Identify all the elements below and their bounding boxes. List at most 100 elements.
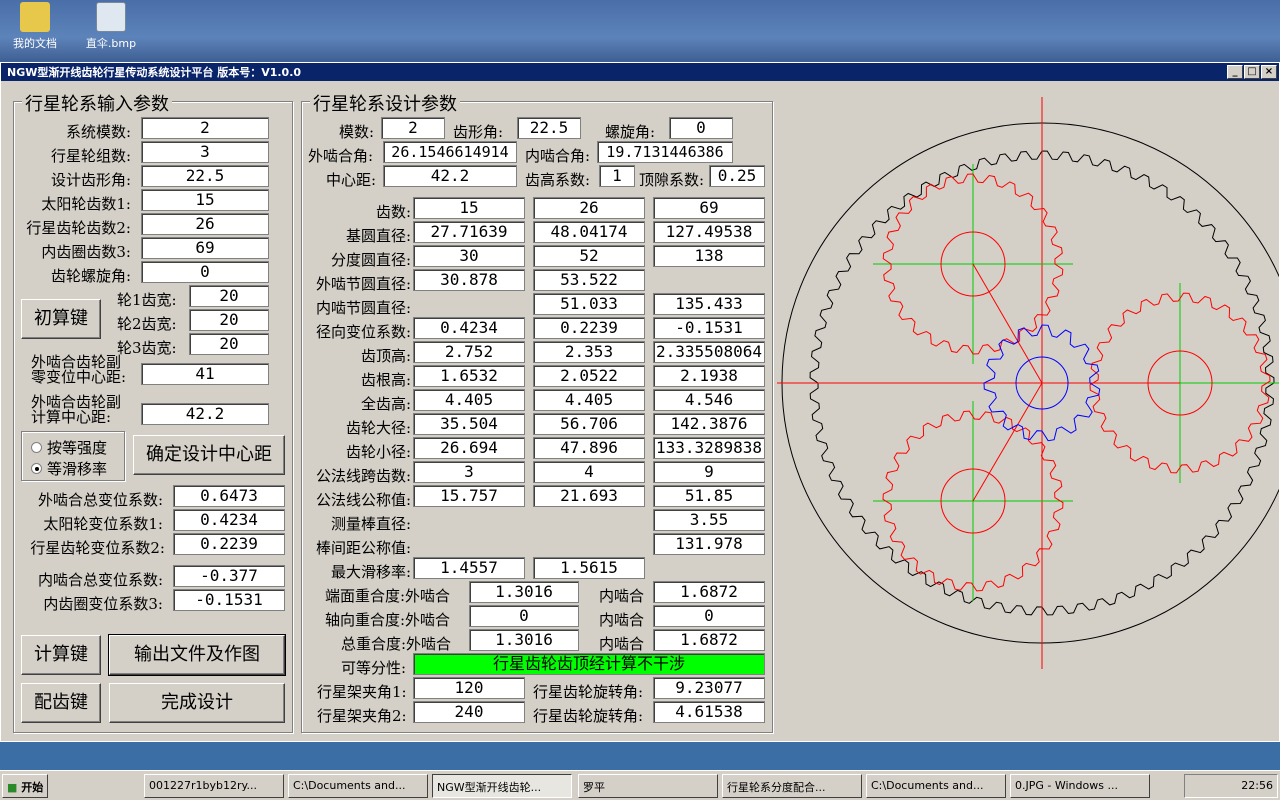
- pressure-angle-input[interactable]: 22.5: [141, 165, 269, 187]
- row-value-field[interactable]: 15.757: [413, 485, 525, 507]
- row-value-field[interactable]: 51.033: [533, 293, 645, 315]
- face-contact-ext-field[interactable]: 1.3016: [469, 581, 579, 603]
- ring-teeth-input[interactable]: 69: [141, 237, 269, 259]
- axial-contact-int-field[interactable]: 0: [653, 605, 765, 627]
- row-label: 棒间距公称值:: [315, 539, 411, 557]
- row-value-field[interactable]: 26: [533, 197, 645, 219]
- row-value-field[interactable]: 26.694: [413, 437, 525, 459]
- radio-equal-slip[interactable]: 等滑移率: [31, 458, 107, 479]
- row-value-field[interactable]: 2.335508064: [653, 341, 765, 363]
- row-value-field[interactable]: 51.85: [653, 485, 765, 507]
- desktop-icon-documents[interactable]: 我的文档: [0, 2, 70, 51]
- planet-teeth-input[interactable]: 26: [141, 213, 269, 235]
- taskbar-item[interactable]: 001227r1byb12ry...: [144, 774, 284, 798]
- pressure-angle-field[interactable]: 22.5: [517, 117, 581, 139]
- row-value-field[interactable]: 1.6532: [413, 365, 525, 387]
- carrier-arm: [972, 382, 1043, 502]
- row-value-field[interactable]: 131.978: [653, 533, 765, 555]
- center-distance-field[interactable]: 42.2: [383, 165, 517, 187]
- int-mesh-angle-field[interactable]: 19.7131446386: [597, 141, 733, 163]
- taskbar-item[interactable]: 0.JPG - Windows ...: [1010, 774, 1150, 798]
- row-value-field[interactable]: 133.3289838: [653, 437, 765, 459]
- match-teeth-button[interactable]: 配齿键: [21, 683, 101, 723]
- helix-angle-field[interactable]: 0: [669, 117, 733, 139]
- width3-input[interactable]: 20: [189, 333, 269, 355]
- initial-calc-button[interactable]: 初算键: [21, 299, 101, 339]
- planet-shift-field[interactable]: 0.2239: [173, 533, 285, 555]
- row-value-field[interactable]: 52: [533, 245, 645, 267]
- row-value-field[interactable]: 4: [533, 461, 645, 483]
- row-value-field[interactable]: 3: [413, 461, 525, 483]
- ring-shift-field[interactable]: -0.1531: [173, 589, 285, 611]
- width1-input[interactable]: 20: [189, 285, 269, 307]
- row-value-field[interactable]: 2.353: [533, 341, 645, 363]
- row-value-field[interactable]: 15: [413, 197, 525, 219]
- row-value-field[interactable]: 9: [653, 461, 765, 483]
- sun-shift-field[interactable]: 0.4234: [173, 509, 285, 531]
- row-value-field[interactable]: 0.4234: [413, 317, 525, 339]
- row-value-field[interactable]: 56.706: [533, 413, 645, 435]
- row-value-field[interactable]: 53.522: [533, 269, 645, 291]
- total-contact-int-field[interactable]: 1.6872: [653, 629, 765, 651]
- row-value-field[interactable]: 27.71639: [413, 221, 525, 243]
- face-contact-int-field[interactable]: 1.6872: [653, 581, 765, 603]
- row-value-field[interactable]: 1.4557: [413, 557, 525, 579]
- output-file-button[interactable]: 输出文件及作图: [108, 634, 286, 676]
- radio-equal-strength[interactable]: 按等强度: [31, 437, 107, 458]
- taskbar-item[interactable]: C:\Documents and...: [866, 774, 1006, 798]
- minimize-button[interactable]: _: [1227, 65, 1243, 79]
- row-value-field[interactable]: 35.504: [413, 413, 525, 435]
- module-input[interactable]: 2: [141, 117, 269, 139]
- carrier-angle1-field[interactable]: 120: [413, 677, 525, 699]
- ext-mesh-angle-field[interactable]: 26.1546614914: [383, 141, 517, 163]
- row-value-field[interactable]: 2.752: [413, 341, 525, 363]
- zero-center-distance-field[interactable]: 41: [141, 363, 269, 385]
- row-value-field[interactable]: 3.55: [653, 509, 765, 531]
- row-value-field[interactable]: 47.896: [533, 437, 645, 459]
- taskbar-item[interactable]: 罗平: [578, 774, 718, 798]
- taskbar-item-active[interactable]: NGW型渐开线齿轮...: [432, 774, 572, 798]
- row-value-field[interactable]: 30: [413, 245, 525, 267]
- planet-count-input[interactable]: 3: [141, 141, 269, 163]
- taskbar-item[interactable]: C:\Documents and...: [288, 774, 428, 798]
- row-value-field[interactable]: 1.5615: [533, 557, 645, 579]
- start-button[interactable]: ■ 开始: [2, 774, 48, 798]
- sun-teeth-input[interactable]: 15: [141, 189, 269, 211]
- maximize-button[interactable]: □: [1244, 65, 1260, 79]
- row-value-field[interactable]: 30.878: [413, 269, 525, 291]
- finish-design-button[interactable]: 完成设计: [109, 683, 285, 723]
- module-field[interactable]: 2: [381, 117, 445, 139]
- rotation2-field[interactable]: 4.61538: [653, 701, 765, 723]
- clearance-coef-field[interactable]: 0.25: [709, 165, 765, 187]
- calculate-button[interactable]: 计算键: [21, 635, 101, 675]
- desktop-icon-bmp[interactable]: 直伞.bmp: [76, 2, 146, 51]
- row-value-field[interactable]: 21.693: [533, 485, 645, 507]
- int-total-shift-field[interactable]: -0.377: [173, 565, 285, 587]
- confirm-center-distance-button[interactable]: 确定设计中心距: [133, 435, 285, 475]
- row-label: 公法线跨齿数:: [315, 467, 411, 485]
- calc-center-distance-field[interactable]: 42.2: [141, 403, 269, 425]
- row-value-field[interactable]: 4.405: [413, 389, 525, 411]
- row-value-field[interactable]: 4.546: [653, 389, 765, 411]
- rotation1-field[interactable]: 9.23077: [653, 677, 765, 699]
- row-value-field[interactable]: 2.1938: [653, 365, 765, 387]
- row-value-field[interactable]: 138: [653, 245, 765, 267]
- taskbar-item[interactable]: 行星轮系分度配合...: [722, 774, 862, 798]
- addendum-coef-field[interactable]: 1: [599, 165, 635, 187]
- ext-total-shift-field[interactable]: 0.6473: [173, 485, 285, 507]
- row-value-field[interactable]: 142.3876: [653, 413, 765, 435]
- carrier-angle2-field[interactable]: 240: [413, 701, 525, 723]
- row-value-field[interactable]: 69: [653, 197, 765, 219]
- row-value-field[interactable]: -0.1531: [653, 317, 765, 339]
- row-value-field[interactable]: 135.433: [653, 293, 765, 315]
- helix-angle-input[interactable]: 0: [141, 261, 269, 283]
- total-contact-ext-field[interactable]: 1.3016: [469, 629, 579, 651]
- row-value-field[interactable]: 0.2239: [533, 317, 645, 339]
- row-value-field[interactable]: 48.04174: [533, 221, 645, 243]
- axial-contact-ext-field[interactable]: 0: [469, 605, 579, 627]
- row-value-field[interactable]: 4.405: [533, 389, 645, 411]
- width2-input[interactable]: 20: [189, 309, 269, 331]
- row-value-field[interactable]: 127.49538: [653, 221, 765, 243]
- close-button[interactable]: ×: [1261, 65, 1277, 79]
- row-value-field[interactable]: 2.0522: [533, 365, 645, 387]
